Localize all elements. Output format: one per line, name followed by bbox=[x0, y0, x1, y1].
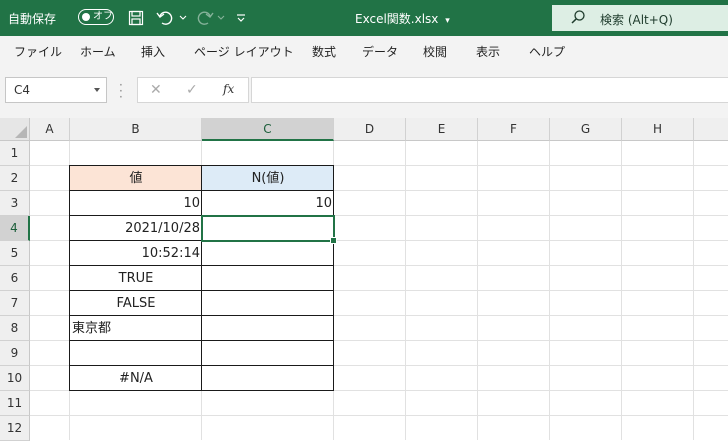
name-box[interactable]: C4 bbox=[5, 77, 107, 103]
filename-text: Excel関数.xlsx bbox=[355, 12, 439, 26]
tab-page-layout[interactable]: ページ レイアウト bbox=[194, 43, 294, 60]
tab-file[interactable]: ファイル bbox=[14, 43, 62, 60]
cell-c3[interactable]: 10 bbox=[202, 191, 334, 216]
formula-buttons: ✕ ✓ fx bbox=[137, 77, 249, 103]
column-header-overflow[interactable] bbox=[694, 118, 728, 141]
cell-c2-header[interactable]: N(値) bbox=[202, 166, 334, 191]
gridline bbox=[30, 415, 728, 416]
active-cell-selection bbox=[201, 215, 335, 242]
cell-b7[interactable]: FALSE bbox=[70, 291, 202, 316]
column-header-d[interactable]: D bbox=[334, 118, 406, 141]
row-header-5[interactable]: 5 bbox=[0, 241, 30, 266]
cell-b4[interactable]: 2021/10/28 bbox=[70, 216, 202, 241]
redo-icon[interactable] bbox=[194, 8, 216, 28]
document-title[interactable]: Excel関数.xlsx ▾ bbox=[355, 10, 450, 27]
table-border bbox=[69, 165, 70, 391]
customize-toolbar-icon[interactable] bbox=[234, 8, 248, 28]
column-header-h[interactable]: H bbox=[622, 118, 694, 141]
row-header-1[interactable]: 1 bbox=[0, 141, 30, 166]
cell-b6[interactable]: TRUE bbox=[70, 266, 202, 291]
column-header-c[interactable]: C bbox=[202, 118, 334, 141]
row-header-12[interactable]: 12 bbox=[0, 416, 30, 441]
row-header-3[interactable]: 3 bbox=[0, 191, 30, 216]
cell-c7[interactable] bbox=[202, 291, 334, 316]
row-header-8[interactable]: 8 bbox=[0, 316, 30, 341]
name-box-dropdown-icon[interactable] bbox=[94, 88, 100, 92]
column-header-e[interactable]: E bbox=[406, 118, 478, 141]
tab-insert[interactable]: 挿入 bbox=[141, 43, 165, 60]
tab-formulas[interactable]: 数式 bbox=[312, 43, 336, 60]
insert-function-icon[interactable]: fx bbox=[223, 82, 234, 96]
spreadsheet-grid: A B C D E F G H 1 2 3 4 5 6 7 8 9 10 11 … bbox=[0, 118, 728, 441]
table-border bbox=[201, 165, 202, 391]
cell-c5[interactable] bbox=[202, 241, 334, 266]
search-icon bbox=[570, 9, 586, 29]
cell-b8[interactable]: 東京都 bbox=[70, 316, 202, 341]
formula-bar: C4 · · · ✕ ✓ fx bbox=[0, 66, 728, 118]
row-header-4[interactable]: 4 bbox=[0, 216, 30, 241]
formula-bar-resize-handle[interactable]: · · · bbox=[119, 79, 123, 103]
column-header-b[interactable]: B bbox=[70, 118, 202, 141]
select-all-button[interactable] bbox=[0, 118, 30, 141]
tab-home[interactable]: ホーム bbox=[80, 43, 116, 60]
row-header-2[interactable]: 2 bbox=[0, 166, 30, 191]
select-all-icon bbox=[15, 126, 27, 138]
formula-input[interactable] bbox=[251, 77, 728, 103]
name-box-value: C4 bbox=[14, 83, 31, 97]
enter-icon[interactable]: ✓ bbox=[186, 82, 198, 98]
toggle-knob bbox=[82, 12, 90, 21]
search-label: 検索 (Alt+Q) bbox=[600, 13, 673, 27]
cell-b3[interactable]: 10 bbox=[70, 191, 202, 216]
row-header-7[interactable]: 7 bbox=[0, 291, 30, 316]
column-header-f[interactable]: F bbox=[478, 118, 550, 141]
title-bar: 自動保存 オフ Excel関数.xlsx ▾ 検索 (Alt+Q) bbox=[0, 0, 728, 36]
cell-c10[interactable] bbox=[202, 366, 334, 391]
fill-handle[interactable] bbox=[330, 237, 337, 244]
table-border bbox=[333, 165, 334, 391]
undo-icon[interactable] bbox=[154, 8, 176, 28]
tab-review[interactable]: 校閲 bbox=[423, 43, 447, 60]
cell-b10[interactable]: #N/A bbox=[70, 366, 202, 391]
title-dropdown-icon: ▾ bbox=[445, 16, 450, 26]
ribbon-tabs: ファイル ホーム 挿入 ページ レイアウト 数式 データ 校閲 表示 ヘルプ bbox=[0, 36, 728, 66]
column-header-a[interactable]: A bbox=[30, 118, 70, 141]
cell-b2-header[interactable]: 値 bbox=[70, 166, 202, 191]
tab-help[interactable]: ヘルプ bbox=[529, 43, 565, 60]
cell-c9[interactable] bbox=[202, 341, 334, 366]
tab-data[interactable]: データ bbox=[362, 43, 398, 60]
cell-b9[interactable] bbox=[70, 341, 202, 366]
cell-b5[interactable]: 10:52:14 bbox=[70, 241, 202, 266]
autosave-toggle[interactable]: オフ bbox=[78, 9, 114, 25]
row-header-11[interactable]: 11 bbox=[0, 391, 30, 416]
cell-c8[interactable] bbox=[202, 316, 334, 341]
redo-dropdown-icon[interactable] bbox=[216, 8, 226, 28]
row-header-6[interactable]: 6 bbox=[0, 266, 30, 291]
row-header-9[interactable]: 9 bbox=[0, 341, 30, 366]
autosave-state: オフ bbox=[93, 11, 113, 22]
row-header-10[interactable]: 10 bbox=[0, 366, 30, 391]
column-header-g[interactable]: G bbox=[550, 118, 622, 141]
tab-view[interactable]: 表示 bbox=[476, 43, 500, 60]
cancel-icon[interactable]: ✕ bbox=[150, 82, 162, 98]
cell-c6[interactable] bbox=[202, 266, 334, 291]
autosave-label: 自動保存 bbox=[8, 12, 57, 26]
search-box[interactable]: 検索 (Alt+Q) bbox=[552, 5, 728, 31]
undo-dropdown-icon[interactable] bbox=[178, 8, 188, 28]
save-icon[interactable] bbox=[126, 8, 146, 28]
